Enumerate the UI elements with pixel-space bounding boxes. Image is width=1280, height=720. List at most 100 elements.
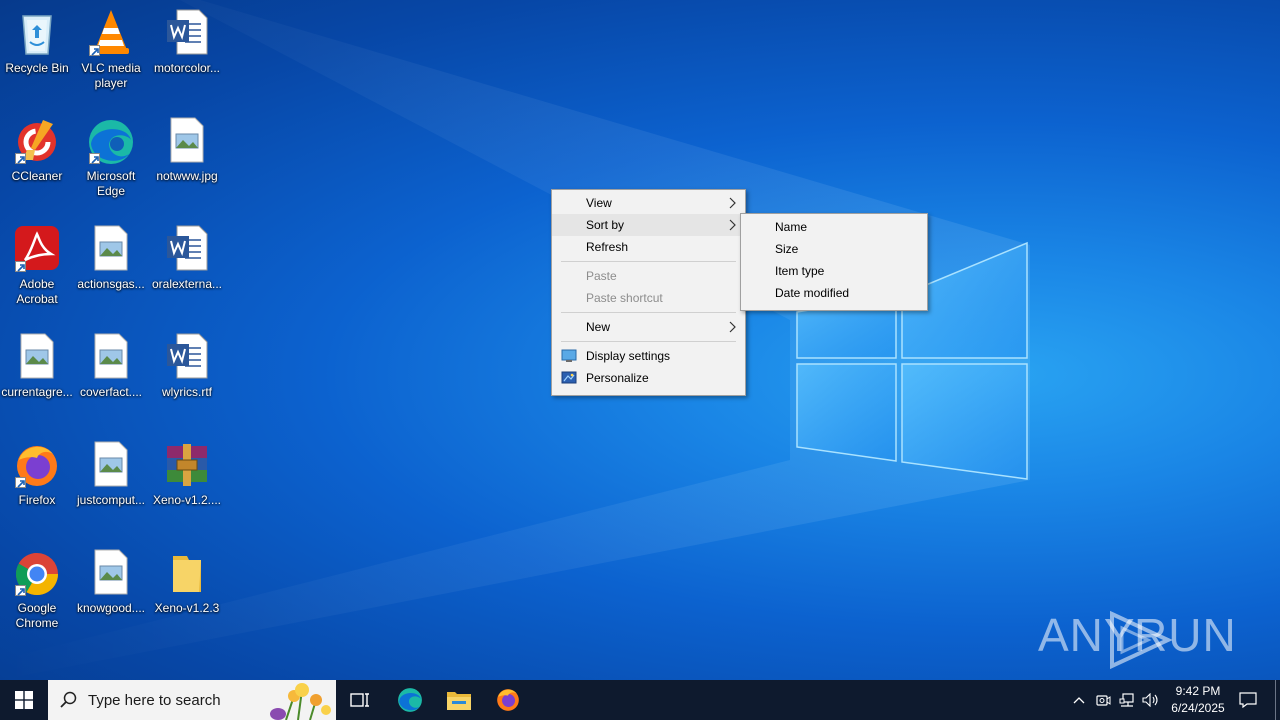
submenu-item-label: Size bbox=[775, 242, 799, 256]
taskbar-clock[interactable]: 9:42 PM 6/24/2025 bbox=[1162, 683, 1234, 717]
menu-item-refresh[interactable]: Refresh bbox=[552, 236, 745, 258]
menu-item-label: View bbox=[586, 196, 612, 210]
action-center-button[interactable] bbox=[1234, 680, 1262, 720]
task-view-button[interactable] bbox=[336, 680, 384, 720]
show-hidden-icons-button[interactable] bbox=[1068, 680, 1090, 720]
meet-now-icon bbox=[1096, 695, 1111, 706]
menu-item-display-settings[interactable]: Display settings bbox=[552, 345, 745, 367]
desktop-icon-label: VLC media player bbox=[81, 61, 141, 90]
desktop-icon-recycle-bin[interactable]: Recycle Bin bbox=[0, 2, 74, 102]
firefox-icon bbox=[497, 689, 519, 711]
acrobat-icon bbox=[13, 224, 61, 274]
desktop-icon-wlyrics[interactable]: wlyrics.rtf bbox=[150, 326, 224, 426]
desktop-icon-firefox[interactable]: Firefox bbox=[0, 434, 74, 534]
taskbar-file-explorer-button[interactable] bbox=[435, 680, 483, 720]
desktop-icon-notwww[interactable]: notwww.jpg bbox=[150, 110, 224, 210]
desktop-icon-google-chrome[interactable]: Google Chrome bbox=[0, 542, 74, 642]
desktop-icon-label: CCleaner bbox=[11, 169, 63, 183]
submenu-item-item-type[interactable]: Item type bbox=[741, 260, 927, 282]
start-button[interactable] bbox=[0, 680, 48, 720]
menu-item-label: Display settings bbox=[586, 349, 671, 363]
shortcut-arrow-icon bbox=[15, 477, 26, 488]
submenu-item-label: Date modified bbox=[775, 286, 850, 300]
desktop-icon-ccleaner[interactable]: CCleaner bbox=[0, 110, 74, 210]
taskbar-edge-button[interactable] bbox=[386, 680, 434, 720]
desktop-icon-label: Recycle Bin bbox=[5, 61, 69, 75]
desktop-icon-label: Microsoft Edge bbox=[86, 169, 136, 198]
chevron-up-icon bbox=[1073, 697, 1085, 704]
desktop-icon-adobe-acrobat[interactable]: Adobe Acrobat bbox=[0, 218, 74, 318]
show-desktop-button[interactable] bbox=[1275, 680, 1276, 720]
desktop-icon-coverfact[interactable]: coverfact.... bbox=[74, 326, 148, 426]
menu-item-label: Paste bbox=[586, 269, 617, 283]
shortcut-arrow-icon bbox=[89, 45, 100, 56]
firefox-icon bbox=[13, 440, 61, 490]
desktop-icon-edge[interactable]: Microsoft Edge bbox=[74, 110, 148, 210]
file-explorer-icon bbox=[447, 692, 471, 710]
search-icon bbox=[60, 691, 77, 708]
menu-item-sort-by[interactable]: Sort by bbox=[552, 214, 745, 236]
desktop-icon-xeno-archive[interactable]: Xeno-v1.2.... bbox=[150, 434, 224, 534]
desktop-icon-knowgood[interactable]: knowgood.... bbox=[74, 542, 148, 642]
menu-item-label: Sort by bbox=[586, 218, 625, 232]
search-highlight-flowers-icon bbox=[270, 683, 331, 720]
desktop-context-menu: View Sort by Refresh Paste Paste shortcu… bbox=[551, 189, 746, 396]
desktop-icon-label: notwww.jpg bbox=[156, 169, 218, 183]
menu-item-new[interactable]: New bbox=[552, 316, 745, 338]
desktop-icon-label: Firefox bbox=[18, 493, 56, 507]
taskbar-search-box[interactable]: Type here to search bbox=[48, 680, 336, 720]
desktop-icon-label: wlyrics.rtf bbox=[162, 385, 212, 399]
chevron-right-icon bbox=[729, 321, 737, 336]
sort-by-submenu: Name Size Item type Date modified bbox=[740, 213, 928, 311]
windows-logo-icon bbox=[15, 691, 33, 709]
watermark-text-right: RUN bbox=[1134, 609, 1237, 661]
desktop-icon-motorcolor[interactable]: motorcolor... bbox=[150, 2, 224, 102]
desktop-icon-actionsgas[interactable]: actionsgas... bbox=[74, 218, 148, 318]
desktop-icon-oralexterna[interactable]: oralexterna... bbox=[150, 218, 224, 318]
desktop-icon-xeno-folder[interactable]: Xeno-v1.2.3 bbox=[150, 542, 224, 642]
word-document-icon bbox=[163, 224, 211, 274]
desktop-icon-label: justcomput... bbox=[76, 493, 146, 507]
desktop-icon-label: currentagre... bbox=[1, 385, 73, 399]
tray-volume-button[interactable] bbox=[1140, 680, 1162, 720]
menu-item-paste[interactable]: Paste bbox=[552, 265, 745, 287]
menu-separator bbox=[561, 261, 736, 262]
personalize-icon bbox=[561, 371, 577, 388]
menu-item-label: New bbox=[586, 320, 611, 334]
menu-item-view[interactable]: View bbox=[552, 192, 745, 214]
desktop-icon-justcomput[interactable]: justcomput... bbox=[74, 434, 148, 534]
tray-meet-now-button[interactable] bbox=[1092, 680, 1114, 720]
task-view-icon bbox=[350, 693, 369, 707]
submenu-item-label: Item type bbox=[775, 264, 825, 278]
shortcut-arrow-icon bbox=[15, 261, 26, 272]
clock-date: 6/24/2025 bbox=[1171, 701, 1225, 715]
edge-icon bbox=[87, 116, 135, 166]
taskbar: Type here to search 9:42 PM 6/24/2025 bbox=[0, 680, 1280, 720]
image-file-icon bbox=[87, 440, 135, 490]
image-file-icon bbox=[87, 332, 135, 382]
submenu-item-name[interactable]: Name bbox=[741, 216, 927, 238]
menu-item-paste-shortcut[interactable]: Paste shortcut bbox=[552, 287, 745, 309]
ccleaner-icon bbox=[13, 116, 61, 166]
desktop-icon-label: Adobe Acrobat bbox=[16, 277, 58, 306]
desktop-icon-vlc[interactable]: VLC media player bbox=[74, 2, 148, 102]
chevron-right-icon bbox=[729, 197, 737, 212]
winrar-icon bbox=[163, 440, 211, 490]
submenu-item-date-modified[interactable]: Date modified bbox=[741, 282, 927, 304]
menu-item-label: Refresh bbox=[586, 240, 629, 254]
image-file-icon bbox=[13, 332, 61, 382]
taskbar-firefox-button[interactable] bbox=[484, 680, 532, 720]
submenu-item-size[interactable]: Size bbox=[741, 238, 927, 260]
network-icon bbox=[1119, 693, 1134, 707]
display-settings-icon bbox=[561, 349, 577, 366]
menu-item-personalize[interactable]: Personalize bbox=[552, 367, 745, 389]
menu-separator bbox=[561, 341, 736, 342]
speaker-icon bbox=[1142, 693, 1158, 707]
word-document-icon bbox=[163, 8, 211, 58]
tray-network-button[interactable] bbox=[1116, 680, 1138, 720]
desktop-icon-label: actionsgas... bbox=[77, 277, 145, 291]
desktop-icon-label: Xeno-v1.2.3 bbox=[154, 601, 220, 615]
desktop-icon-currentagre[interactable]: currentagre... bbox=[0, 326, 74, 426]
chevron-right-icon bbox=[729, 219, 737, 234]
chrome-icon bbox=[13, 548, 61, 598]
